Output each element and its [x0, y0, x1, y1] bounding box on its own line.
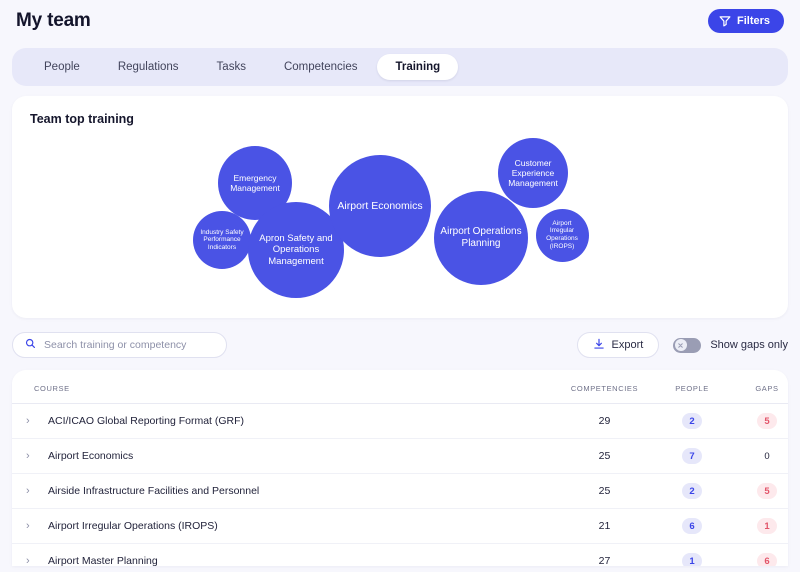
export-button[interactable]: Export: [577, 332, 660, 358]
competencies-cell: 29: [557, 404, 652, 439]
people-badge: 2: [682, 413, 702, 429]
search-input[interactable]: [44, 339, 214, 351]
people-badge: 6: [682, 518, 702, 534]
table-row[interactable]: › Airport Economics 25 7 0: [12, 439, 788, 474]
bubble-6[interactable]: Airport Irregular Operations (IROPS): [536, 209, 589, 262]
gaps-cell: 5: [732, 474, 788, 509]
people-cell: 1: [652, 544, 732, 567]
bubble-3[interactable]: Airport Economics: [329, 155, 431, 257]
competencies-cell: 25: [557, 474, 652, 509]
bubble-chart: Industry Safety Performance Indicators Em…: [12, 128, 788, 318]
chevron-right-icon[interactable]: ›: [26, 486, 34, 497]
gaps-cell: 6: [732, 544, 788, 567]
course-label: Airport Irregular Operations (IROPS): [48, 520, 218, 532]
gaps-badge: 1: [757, 518, 777, 534]
tabbar-wrapper: People Regulations Tasks Competencies Tr…: [0, 42, 800, 86]
tab-tasks[interactable]: Tasks: [199, 54, 264, 80]
training-table-card: COURSE COMPETENCIES PEOPLE GAPS › ACI/ICA…: [12, 370, 788, 566]
tab-people[interactable]: People: [26, 54, 98, 80]
course-label: ACI/ICAO Global Reporting Format (GRF): [48, 415, 244, 427]
column-header-people[interactable]: PEOPLE: [652, 370, 732, 404]
column-header-competencies[interactable]: COMPETENCIES: [557, 370, 652, 404]
course-cell: › ACI/ICAO Global Reporting Format (GRF): [12, 404, 557, 439]
course-label: Airport Economics: [48, 450, 133, 462]
chevron-right-icon[interactable]: ›: [26, 416, 34, 427]
tab-training[interactable]: Training: [377, 54, 458, 80]
people-cell: 7: [652, 439, 732, 474]
tab-competencies[interactable]: Competencies: [266, 54, 376, 80]
team-top-training-card: Team top training Industry Safety Perfor…: [12, 96, 788, 318]
bubble-label: Airport Economics: [337, 200, 422, 212]
course-cell: › Airside Infrastructure Facilities and P…: [12, 474, 557, 509]
chevron-right-icon[interactable]: ›: [26, 521, 34, 532]
show-gaps-toggle-group: Show gaps only: [673, 338, 788, 353]
training-table: COURSE COMPETENCIES PEOPLE GAPS › ACI/ICA…: [12, 370, 788, 566]
table-toolbar: Export Show gaps only: [12, 332, 788, 358]
gaps-badge: 5: [757, 413, 777, 429]
page-header: My team Filters: [0, 0, 800, 42]
course-cell: › Airport Economics: [12, 439, 557, 474]
table-header-row: COURSE COMPETENCIES PEOPLE GAPS: [12, 370, 788, 404]
column-header-gaps[interactable]: GAPS: [732, 370, 788, 404]
course-label: Airport Master Planning: [48, 555, 158, 566]
course-cell: › Airport Master Planning: [12, 544, 557, 567]
bubble-label: Customer Experience Management: [502, 158, 564, 188]
page-title: My team: [16, 10, 91, 32]
table-body: › ACI/ICAO Global Reporting Format (GRF) 2…: [12, 404, 788, 567]
people-badge: 2: [682, 483, 702, 499]
table-row[interactable]: › Airport Master Planning 27 1 6: [12, 544, 788, 567]
table-head: COURSE COMPETENCIES PEOPLE GAPS: [12, 370, 788, 404]
filters-button[interactable]: Filters: [708, 9, 784, 33]
gaps-cell: 0: [732, 439, 788, 474]
people-cell: 2: [652, 474, 732, 509]
bubble-5[interactable]: Customer Experience Management: [498, 138, 568, 208]
competencies-cell: 25: [557, 439, 652, 474]
show-gaps-toggle[interactable]: [673, 338, 701, 353]
competencies-cell: 27: [557, 544, 652, 567]
table-row[interactable]: › Airside Infrastructure Facilities and P…: [12, 474, 788, 509]
people-cell: 6: [652, 509, 732, 544]
table-row[interactable]: › ACI/ICAO Global Reporting Format (GRF) 2…: [12, 404, 788, 439]
competencies-cell: 21: [557, 509, 652, 544]
toolbar-right: Export Show gaps only: [577, 332, 788, 358]
bubble-label: Airport Operations Planning: [438, 226, 524, 250]
gaps-cell: 5: [732, 404, 788, 439]
chevron-right-icon[interactable]: ›: [26, 451, 34, 462]
gaps-cell: 1: [732, 509, 788, 544]
funnel-icon: [719, 15, 731, 27]
bubble-label: Airport Irregular Operations (IROPS): [540, 220, 585, 251]
people-cell: 2: [652, 404, 732, 439]
bubble-label: Apron Safety and Operations Management: [252, 233, 340, 267]
tabbar: People Regulations Tasks Competencies Tr…: [12, 48, 788, 86]
toggle-knob: [675, 339, 687, 351]
bubble-4[interactable]: Airport Operations Planning: [434, 191, 528, 285]
search-icon: [25, 336, 36, 354]
people-badge: 1: [682, 553, 702, 566]
course-label: Airside Infrastructure Facilities and Pe…: [48, 485, 259, 497]
bubble-label: Emergency Management: [222, 173, 288, 193]
close-icon: [677, 342, 684, 349]
people-badge: 7: [682, 448, 702, 464]
course-cell: › Airport Irregular Operations (IROPS): [12, 509, 557, 544]
bubble-label: Industry Safety Performance Indicators: [197, 229, 247, 252]
chevron-right-icon[interactable]: ›: [26, 556, 34, 567]
gaps-badge: 0: [757, 448, 777, 464]
gaps-badge: 6: [757, 553, 777, 566]
export-label: Export: [612, 339, 644, 351]
column-header-course[interactable]: COURSE: [12, 370, 557, 404]
show-gaps-label: Show gaps only: [710, 339, 788, 351]
filters-label: Filters: [737, 15, 770, 27]
table-row[interactable]: › Airport Irregular Operations (IROPS) 21 6…: [12, 509, 788, 544]
search-box[interactable]: [12, 332, 227, 358]
download-icon: [593, 338, 605, 353]
card-title: Team top training: [12, 96, 788, 126]
bubble-0[interactable]: Industry Safety Performance Indicators: [193, 211, 251, 269]
tab-regulations[interactable]: Regulations: [100, 54, 197, 80]
gaps-badge: 5: [757, 483, 777, 499]
